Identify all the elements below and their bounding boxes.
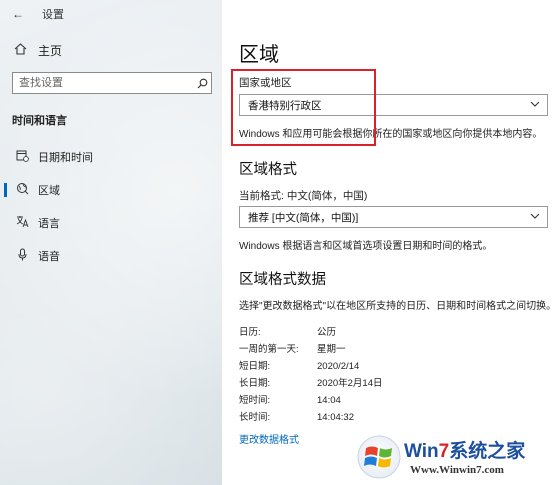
format-key: 短日期: xyxy=(239,361,271,372)
change-data-format-link[interactable]: 更改数据格式 xyxy=(239,431,299,446)
section-title: 时间和语言 xyxy=(12,115,67,127)
region-format-dropdown[interactable]: 推荐 [中文(简体，中国)] xyxy=(239,206,548,228)
watermark-url: Www.Winwin7.com xyxy=(410,464,504,476)
country-value: 香港特别行政区 xyxy=(248,99,322,112)
globe-region-icon xyxy=(14,182,30,198)
country-description: Windows 和应用可能会根据你所在的国家或地区向你提供本地内容。 xyxy=(239,129,543,140)
format-row-long-date: 长日期: 2020年2月14日 xyxy=(239,375,382,389)
watermark-brand: Win7系统之家 xyxy=(404,441,526,462)
back-button[interactable]: ← xyxy=(12,7,30,21)
format-value: 公历 xyxy=(317,327,337,338)
windows-logo-icon xyxy=(357,435,401,479)
chevron-down-icon xyxy=(529,210,541,222)
format-data-heading: 区域格式数据 xyxy=(239,272,326,288)
calendar-clock-icon xyxy=(14,149,30,165)
sidebar-item-label: 语音 xyxy=(38,250,60,263)
format-value: 14:04 xyxy=(317,395,341,406)
format-key: 一周的第一天: xyxy=(239,344,299,355)
format-row-long-time: 长时间: 14:04:32 xyxy=(239,409,354,423)
format-value: 星期一 xyxy=(317,344,346,355)
country-label: 国家或地区 xyxy=(239,77,292,89)
format-value: 2020/2/14 xyxy=(317,361,360,372)
format-key: 短时间: xyxy=(239,395,271,406)
microphone-icon xyxy=(14,248,30,264)
app-title: 设置 xyxy=(42,9,64,21)
sidebar-item-label: 语言 xyxy=(38,217,60,230)
format-key: 长时间: xyxy=(239,412,271,423)
sidebar-item-home[interactable]: 主页 xyxy=(14,42,62,59)
format-data-description: 选择"更改数据格式"以在地区所支持的日历、日期和时间格式之间切换。 xyxy=(239,301,556,312)
format-row-short-date: 短日期: 2020/2/14 xyxy=(239,358,359,372)
country-dropdown[interactable]: 香港特别行政区 xyxy=(239,94,548,116)
format-row-calendar: 日历: 公历 xyxy=(239,324,336,338)
current-format-label: 当前格式: 中文(简体，中国) xyxy=(239,190,368,202)
region-format-value: 推荐 [中文(简体，中国)] xyxy=(248,211,359,224)
sidebar-item-language[interactable]: 语言 xyxy=(0,206,222,239)
chevron-down-icon xyxy=(529,98,541,110)
format-key: 长日期: xyxy=(239,378,271,389)
language-icon xyxy=(14,215,30,231)
title-bar: ← 设置 xyxy=(12,6,64,22)
sidebar-item-date-time[interactable]: 日期和时间 xyxy=(0,140,222,173)
format-value: 2020年2月14日 xyxy=(317,378,383,389)
home-label: 主页 xyxy=(38,44,63,58)
main-content: 区域 国家或地区 香港特别行政区 Windows 和应用可能会根据你所在的国家或… xyxy=(222,0,556,485)
sidebar-item-speech[interactable]: 语音 xyxy=(0,239,222,272)
watermark: Win7系统之家 Www.Winwin7.com xyxy=(352,428,552,484)
region-format-heading: 区域格式 xyxy=(239,162,297,178)
format-row-first-day: 一周的第一天: 星期一 xyxy=(239,341,346,355)
format-row-short-time: 短时间: 14:04 xyxy=(239,392,341,406)
region-format-description: Windows 根据语言和区域首选项设置日期和时间的格式。 xyxy=(239,241,493,252)
sidebar-item-label: 区域 xyxy=(38,184,60,197)
sidebar-nav: 日期和时间 区域 语言 语音 xyxy=(0,140,222,272)
sidebar: ← 设置 主页 时间和语言 日期和时间 区域 xyxy=(0,0,222,485)
search-icon[interactable] xyxy=(193,78,211,89)
sidebar-item-label: 日期和时间 xyxy=(38,151,93,164)
format-value: 14:04:32 xyxy=(317,412,354,423)
page-title: 区域 xyxy=(239,44,279,66)
search-input[interactable] xyxy=(13,73,193,93)
home-icon xyxy=(14,43,30,58)
search-box[interactable] xyxy=(12,72,212,94)
sidebar-item-region[interactable]: 区域 xyxy=(0,173,222,206)
format-key: 日历: xyxy=(239,327,261,338)
